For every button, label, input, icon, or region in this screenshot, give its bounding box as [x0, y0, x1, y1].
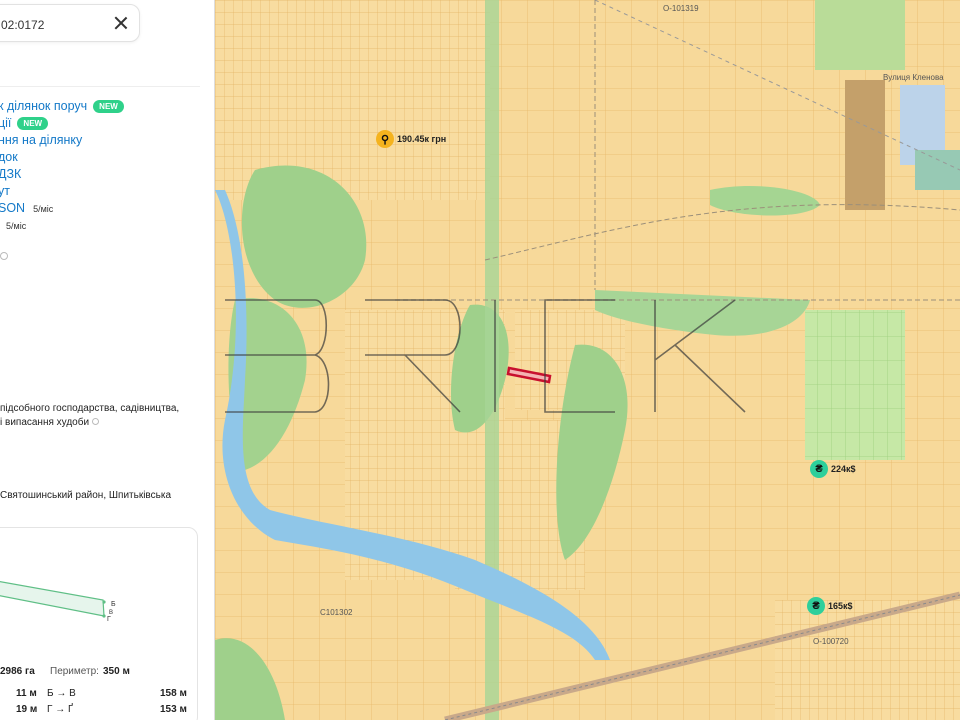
- segment-label: Б → В: [47, 688, 76, 699]
- price-marker[interactable]: ₴ 165к$: [807, 597, 853, 615]
- cadastral-search-field[interactable]: 02:0172: [0, 4, 140, 42]
- hryvnia-icon: ₴: [810, 460, 828, 478]
- cadastral-number[interactable]: 02:0172: [1, 18, 44, 32]
- info-icon[interactable]: [0, 252, 8, 260]
- land-purpose: підсобного господарства, садівництва, і …: [0, 403, 180, 428]
- new-badge: NEW: [17, 117, 49, 131]
- road-label: О-100720: [813, 637, 849, 646]
- area-value: 2986 га: [0, 666, 35, 677]
- menu-auctions[interactable]: ціїNEW: [0, 115, 124, 132]
- special-parcel: [845, 80, 885, 210]
- menu-route[interactable]: ут: [0, 183, 124, 200]
- divider: [0, 86, 200, 87]
- menu-geojson[interactable]: SON 5/міс: [0, 200, 124, 217]
- segment-label: Г → Ґ: [47, 704, 73, 715]
- price-marker[interactable]: ₴ 224к$: [810, 460, 856, 478]
- perimeter-value: 350 м: [103, 666, 130, 677]
- parcel-address: Святошинський район, Шпитьківська: [0, 490, 172, 501]
- info-icon[interactable]: [92, 418, 100, 425]
- vertex-label: Б: [111, 601, 116, 608]
- agricultural-fields: [805, 310, 905, 460]
- person-icon: ⚲: [376, 130, 394, 148]
- segment-length: 153 м: [160, 704, 187, 715]
- perimeter-label: Периметр:: [50, 666, 99, 677]
- price-marker[interactable]: ⚲ 190.45к грн: [376, 130, 446, 148]
- road-label: С101302: [320, 608, 353, 617]
- menu-nearby-parcels[interactable]: к ділянок поруч NEW: [0, 98, 124, 115]
- hryvnia-icon: ₴: [807, 597, 825, 615]
- segment-length: 19 м: [16, 704, 38, 715]
- new-badge: NEW: [93, 100, 124, 114]
- vertex-label: Г: [107, 616, 111, 623]
- menu-request-parcel[interactable]: ння на ділянку: [0, 132, 124, 149]
- agricultural-fields: [815, 0, 905, 70]
- menu-subscription[interactable]: 5/міс: [0, 217, 124, 234]
- segment-length: 11 м: [16, 688, 37, 699]
- special-parcel: [915, 150, 960, 190]
- menu-extract[interactable]: док: [0, 149, 124, 166]
- road-label: Вулиця Кленова: [883, 73, 944, 82]
- action-menu: к ділянок поручNEW ціїNEW ння на ділянку…: [0, 98, 124, 234]
- cadastral-map[interactable]: ⚲ 190.45к грн ₴ 224к$ ₴ 165к$ О-101319 В…: [215, 0, 960, 720]
- close-icon[interactable]: [111, 13, 131, 33]
- road-label: О-101319: [663, 4, 699, 13]
- menu-dzk[interactable]: ДЗК: [0, 166, 124, 183]
- green-strip: [485, 0, 499, 720]
- segment-length: 158 м: [160, 688, 187, 699]
- parcel-info-panel: 02:0172 к ділянок поручNEW ціїNEW ння на…: [0, 0, 215, 720]
